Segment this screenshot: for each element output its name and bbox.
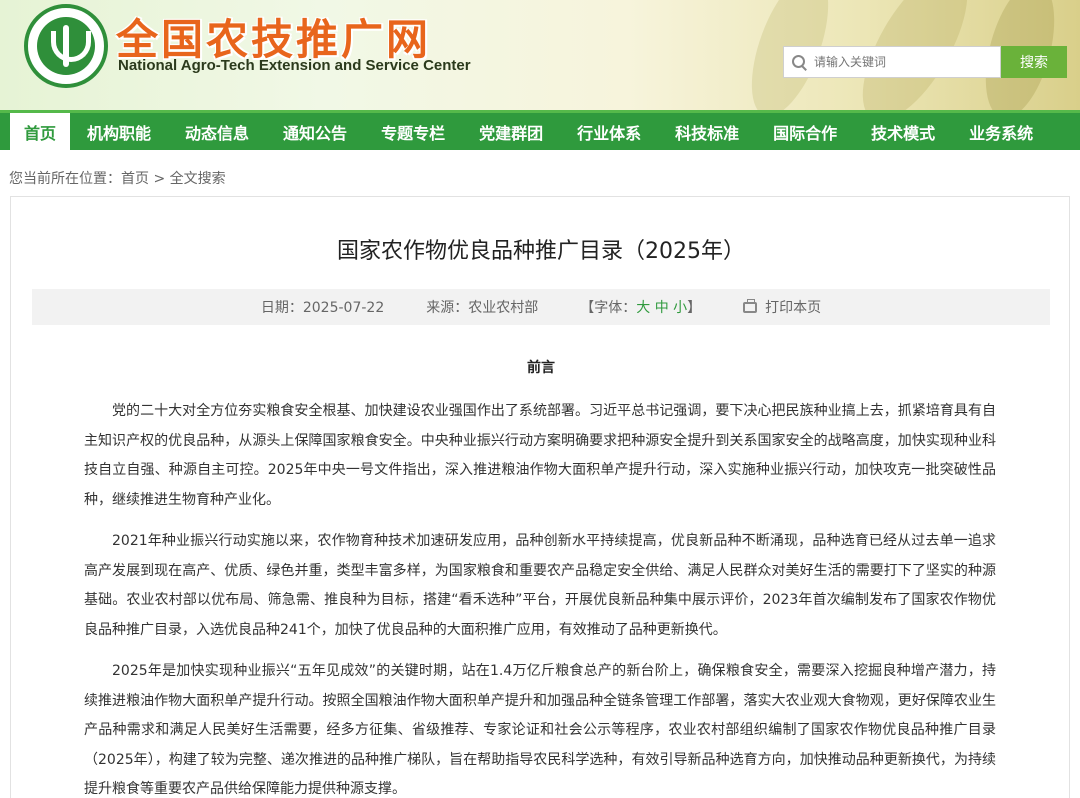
nav-item-industry[interactable]: 行业体系 xyxy=(560,113,658,150)
search-box[interactable] xyxy=(783,46,1001,78)
font-label-open: 【字体： xyxy=(580,300,637,316)
print-label: 打印本页 xyxy=(765,300,822,316)
article-paragraph: 党的二十大对全方位夯实粮食安全根基、加快建设农业强国作出了系统部署。习近平总书记… xyxy=(84,403,996,508)
printer-icon xyxy=(743,299,758,313)
main-nav: 首页 机构职能 动态信息 通知公告 专题专栏 党建群团 行业体系 科技标准 国际… xyxy=(0,110,1080,150)
nav-item-international[interactable]: 国际合作 xyxy=(756,113,854,150)
font-label-close: 】 xyxy=(687,300,702,316)
wheat-emblem-icon xyxy=(37,17,95,75)
breadcrumb-home[interactable]: 首页 xyxy=(121,171,149,187)
breadcrumb-separator: > xyxy=(149,171,170,187)
font-large-link[interactable]: 大 xyxy=(636,300,650,316)
breadcrumb-prefix: 您当前所在位置： xyxy=(9,171,121,187)
section-title: 前言 xyxy=(527,360,555,376)
article-source: 来源：农业农村部 xyxy=(426,300,539,316)
site-subtitle: National Agro-Tech Extension and Service… xyxy=(118,57,471,74)
search-button[interactable]: 搜索 xyxy=(1001,46,1067,78)
nav-item-systems[interactable]: 业务系统 xyxy=(952,113,1050,150)
breadcrumb-current[interactable]: 全文搜索 xyxy=(170,171,226,187)
site-header: 全国农技推广网 National Agro-Tech Extension and… xyxy=(0,0,1080,110)
article-date: 日期：2025-07-22 xyxy=(260,300,385,316)
article-container: 国家农作物优良品种推广目录（2025年） 日期：2025-07-22 来源：农业… xyxy=(10,196,1070,798)
nav-item-tech-models[interactable]: 技术模式 xyxy=(854,113,952,150)
nav-item-functions[interactable]: 机构职能 xyxy=(70,113,168,150)
nav-item-news[interactable]: 动态信息 xyxy=(168,113,266,150)
font-medium-link[interactable]: 中 xyxy=(655,300,669,316)
nav-item-notices[interactable]: 通知公告 xyxy=(266,113,364,150)
font-small-link[interactable]: 小 xyxy=(673,300,687,316)
article-paragraph: 2025年是加快实现种业振兴“五年见成效”的关键时期，站在1.4万亿斤粮食总产的… xyxy=(84,663,996,797)
nav-item-home[interactable]: 首页 xyxy=(10,113,71,150)
article-title: 国家农作物优良品种推广目录（2025年） xyxy=(337,239,745,264)
article-meta-bar: 日期：2025-07-22 来源：农业农村部 【字体：大 中 小】 打印本页 xyxy=(32,289,1050,325)
site-logo[interactable] xyxy=(24,4,108,88)
print-page-link[interactable]: 打印本页 xyxy=(743,297,821,317)
search-input[interactable] xyxy=(814,55,994,69)
breadcrumb: 您当前所在位置：首页 > 全文搜索 xyxy=(9,168,226,188)
nav-item-tech-standards[interactable]: 科技标准 xyxy=(658,113,756,150)
nav-item-party[interactable]: 党建群团 xyxy=(462,113,560,150)
font-size-control: 【字体：大 中 小】 xyxy=(580,297,701,317)
article-body: 党的二十大对全方位夯实粮食安全根基、加快建设农业强国作出了系统部署。习近平总书记… xyxy=(84,397,996,798)
nav-item-topics[interactable]: 专题专栏 xyxy=(364,113,462,150)
search-icon xyxy=(792,55,806,69)
article-paragraph: 2021年种业振兴行动实施以来，农作物育种技术加速研发应用，品种创新水平持续提高… xyxy=(84,533,996,638)
